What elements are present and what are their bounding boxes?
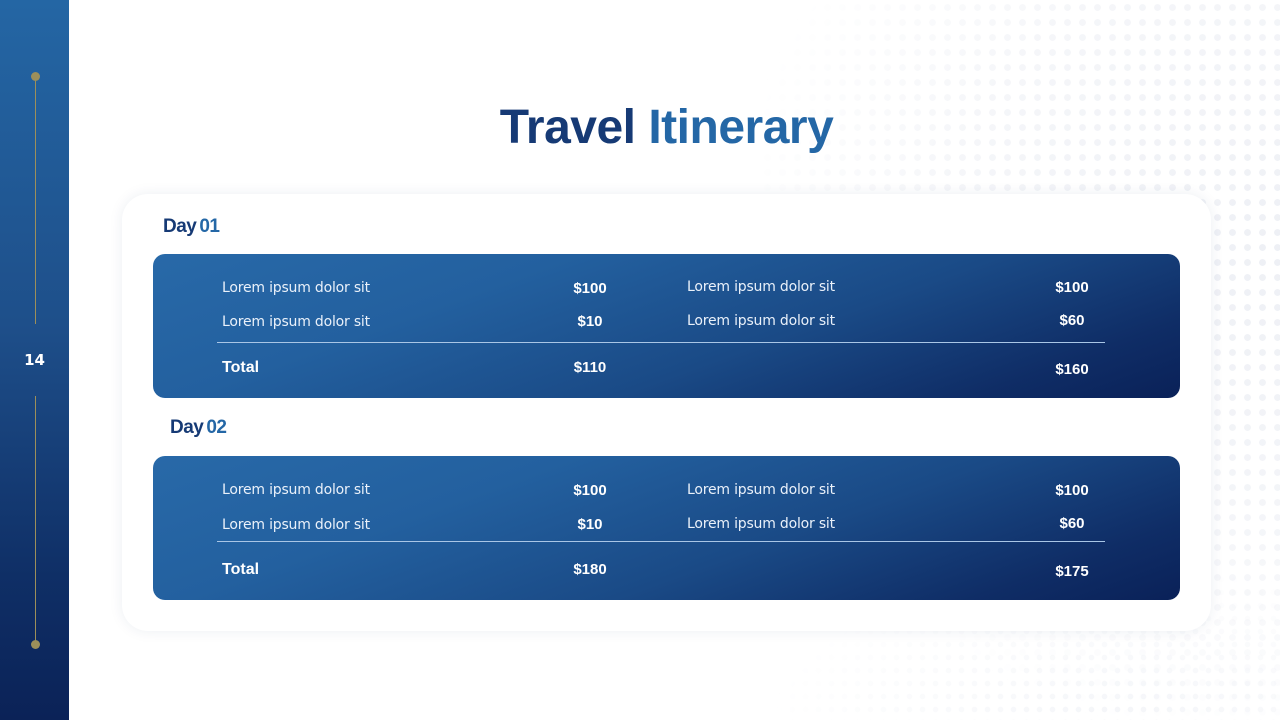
line-item-amount: $100 [1055,279,1089,296]
total-divider [217,541,1105,542]
line-item-label: Lorem ipsum dolor sit [222,482,370,498]
day-01-label: Day 01 [163,216,220,238]
total-amount-right: $160 [1055,361,1089,378]
line-item-label: Lorem ipsum dolor sit [687,279,835,295]
timeline-line-bottom [35,396,36,644]
day-02-label: Day 02 [170,417,227,439]
line-item-amount: $10 [577,313,603,330]
total-amount-left: $180 [573,561,607,578]
line-item-amount: $60 [1059,312,1085,329]
line-item-label: Lorem ipsum dolor sit [687,516,835,532]
line-item-label: Lorem ipsum dolor sit [687,482,835,498]
line-item-label: Lorem ipsum dolor sit [222,280,370,296]
page-number: 14 [24,351,45,369]
day-02-cost-panel: Lorem ipsum dolor sit $100 Lorem ipsum d… [153,456,1180,600]
day-word: Day [163,216,197,237]
line-item-amount: $100 [1055,482,1089,499]
page-title: Travel Itinerary [0,100,1280,155]
title-word-travel: Travel [499,101,636,154]
line-item-label: Lorem ipsum dolor sit [222,314,370,330]
total-divider [217,342,1105,343]
day-01-cost-panel: Lorem ipsum dolor sit $100 Lorem ipsum d… [153,254,1180,398]
line-item-amount: $10 [577,516,603,533]
day-number: 02 [206,417,227,438]
line-item-amount: $100 [573,280,607,297]
title-word-itinerary: Itinerary [648,101,834,154]
line-item-label: Lorem ipsum dolor sit [222,517,370,533]
line-item-amount: $100 [573,482,607,499]
total-amount-left: $110 [573,359,607,376]
line-item-amount: $60 [1059,515,1085,532]
line-item-label: Lorem ipsum dolor sit [687,313,835,329]
day-number: 01 [199,216,220,237]
total-amount-right: $175 [1055,563,1089,580]
total-label: Total [222,561,260,578]
timeline-dot-bottom [31,640,40,649]
total-label: Total [222,359,260,376]
day-word: Day [170,417,204,438]
